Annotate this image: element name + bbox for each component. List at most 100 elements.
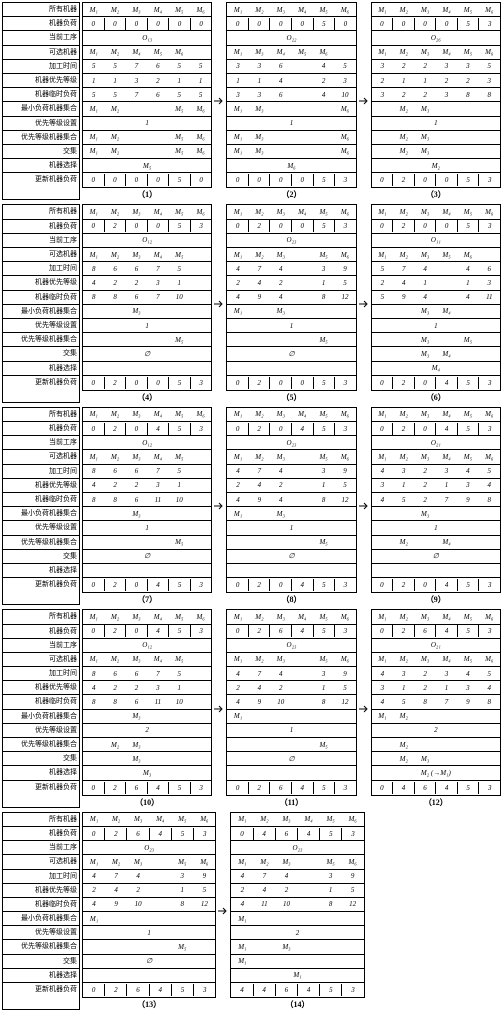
data-cell: 0 [83,220,105,232]
data-cell: 2 [414,465,435,477]
data-cell: M₂ [104,408,125,420]
data-cell: 4 [292,579,314,591]
data-cell: M₁ [231,856,253,868]
row-label: 机器临时负荷 [3,88,79,102]
data-cell: 2 [249,220,271,232]
data-cell: M₁ [83,856,105,868]
row-label: 可选机器 [3,46,79,60]
data-cell: 2 [227,277,248,289]
data-cell: M₁ [83,653,104,665]
row-labels: 所有机器机器负荷当前工序可选机器加工时间机器优先等级机器临时负荷最小负荷机器集合… [2,407,80,605]
arrow-icon [359,2,369,200]
data-cell: M₃ [270,508,291,520]
data-cell: 2 [249,377,271,389]
data-cell: 4 [292,782,314,794]
data-cell: 12 [342,898,364,910]
data-cell: 5 [479,668,500,680]
span-cell: 1 [227,320,355,332]
data-cell: 5 [458,625,480,637]
data-cell: 8 [414,696,435,708]
data-cell: M₃ [414,753,435,765]
row-label: 机器临时负荷 [3,291,79,305]
data-cell: 2 [393,174,415,186]
data-cell: 0 [372,782,394,794]
data-cell: M₁ [372,653,393,665]
data-cell: 5 [104,60,125,72]
data-cell: 12 [334,291,355,303]
data-cell: M₁ [83,611,104,623]
data-cell: 2 [126,479,147,491]
data-cell: 3 [147,277,168,289]
span-cell: 1 [83,320,211,332]
row-label: 所有机器 [3,3,79,17]
span-cell: O₂₆ [372,32,500,44]
data-cell: 2 [270,479,291,491]
data-cell: 5 [314,377,336,389]
data-cell: 4 [313,89,334,101]
data-cell: M₂ [253,856,275,868]
data-cell: 5 [83,89,104,101]
data-cell: 3 [335,579,356,591]
data-cell: M₂ [104,249,125,261]
span-cell: ∅ [372,550,500,562]
data-cell: 0 [415,377,437,389]
data-cell: M₆ [479,611,500,623]
data-cell: 1 [313,682,334,694]
data-cell: M₁ [83,451,104,463]
panel-3: M₁M₂M₃M₄M₅M₆000053O₂₆M₁M₂M₃M₄M₅M₆3223352… [371,2,501,200]
panel-6: M₁M₂M₃M₄M₅M₆020053O₁₁M₁M₂M₃M₅M₆574462411… [371,204,501,402]
data-cell: 3 [342,828,363,840]
data-cell: M₂ [393,103,414,115]
data-cell: M₅ [169,145,190,157]
data-cell: 7 [393,263,414,275]
data-cell: 0 [415,18,437,30]
span-cell: 1 [83,522,211,534]
data-cell: M₄ [436,536,457,548]
data-cell: 5 [314,782,336,794]
data-cell: 7 [126,89,147,101]
data-cell: 4 [270,668,291,680]
data-cell: M₃ [126,753,147,765]
row-label: 机器临时负荷 [3,493,79,507]
data-cell: 10 [270,696,291,708]
data-cell: 4 [372,465,393,477]
data-cell: 3 [457,60,478,72]
data-cell: M₃ [126,206,147,218]
data-cell: 2 [275,884,297,896]
data-cell: M₆ [479,653,500,665]
data-cell: 0 [372,579,394,591]
data-cell: 4 [457,263,478,275]
row-label: 交集 [3,752,79,766]
data-cell: M₅ [169,451,190,463]
data-cell: M₆ [479,451,500,463]
data-cell: 10 [127,898,149,910]
data-cell: 4 [313,60,334,72]
data-cell: M₆ [334,451,355,463]
data-cell: M₃ [414,206,435,218]
data-cell: M₂ [104,103,125,115]
span-cell: 1 [227,522,355,534]
data-cell: 6 [104,465,125,477]
data-cell: 8 [320,898,342,910]
data-cell: 2 [393,377,415,389]
span-cell: O₂₃ [227,234,355,246]
data-cell: M₂ [105,856,127,868]
span-cell: O₂₁ [372,639,500,651]
data-cell: 6 [127,984,149,996]
iteration-row: 所有机器机器负荷当前工序可选机器加工时间机器优先等级机器临时负荷最小负荷机器集合… [2,812,501,1010]
data-cell: 0 [292,174,314,186]
data-cell: 5 [372,263,393,275]
data-cell: 8 [83,291,104,303]
data-cell: 2 [105,782,127,794]
data-cell: 2 [104,277,125,289]
data-cell: M₆ [190,145,211,157]
data-cell: M₆ [334,653,355,665]
data-cell: 3 [479,782,500,794]
data-cell: 1 [313,277,334,289]
data-cell: M₅ [313,334,334,346]
data-cell: 3 [372,479,393,491]
data-cell: 0 [227,423,249,435]
arrow-icon [359,609,369,807]
data-cell: 8 [479,494,500,506]
data-cell: 2 [249,423,271,435]
